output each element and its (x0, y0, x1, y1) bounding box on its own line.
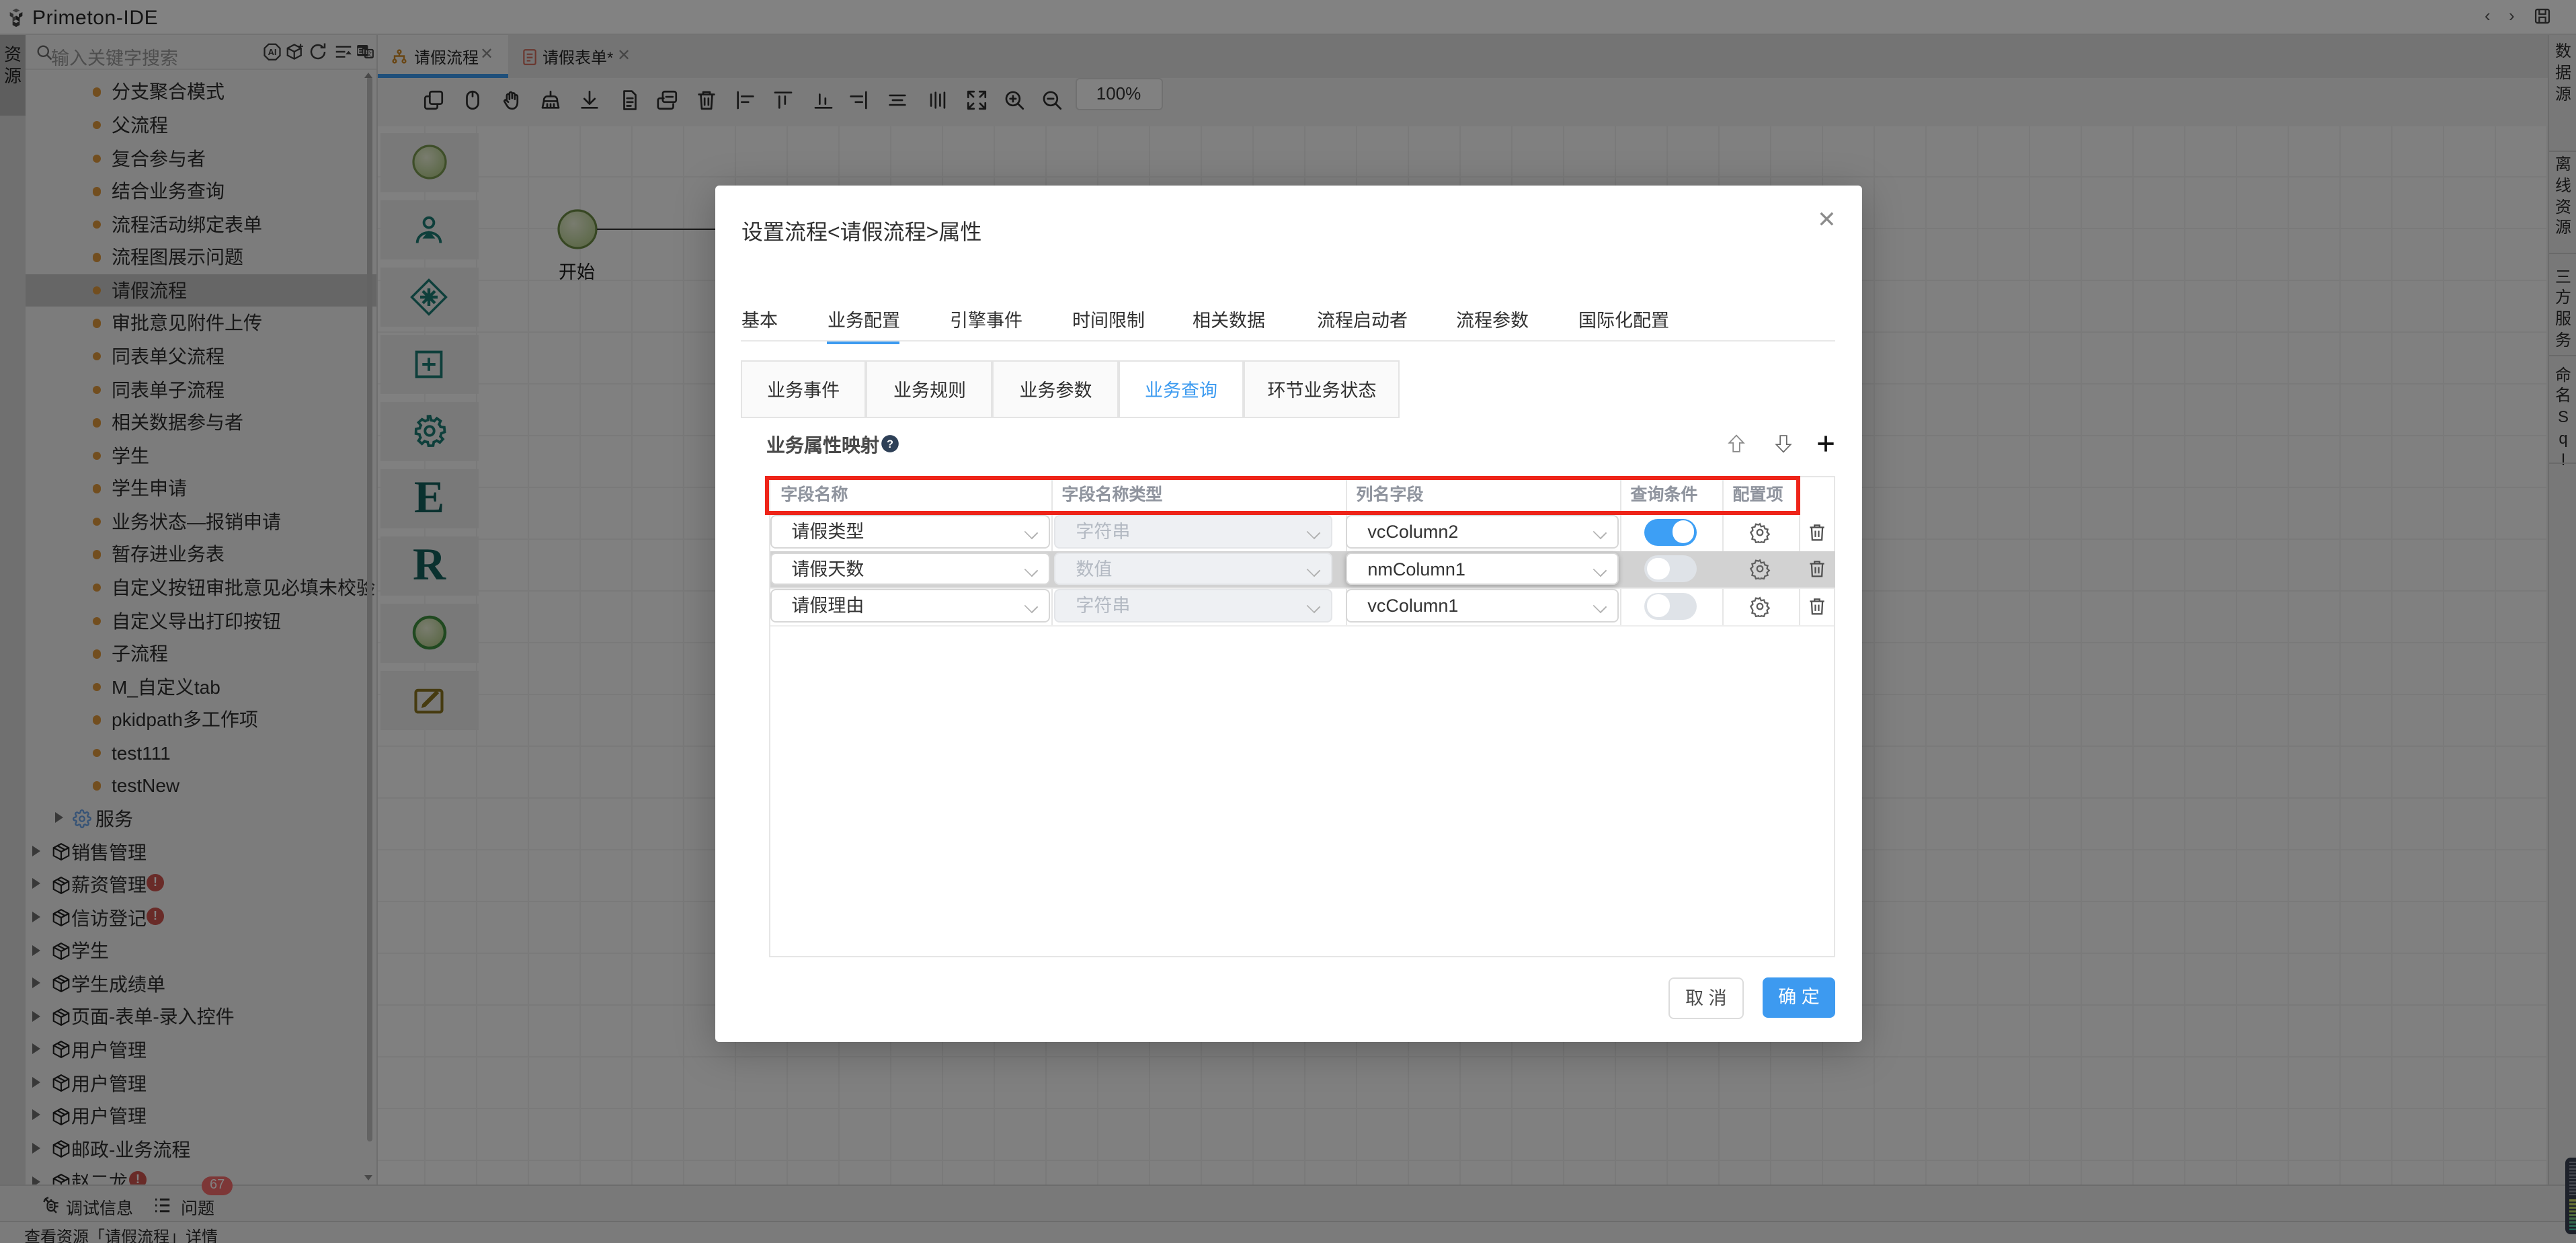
svg-text:?: ? (887, 438, 893, 450)
